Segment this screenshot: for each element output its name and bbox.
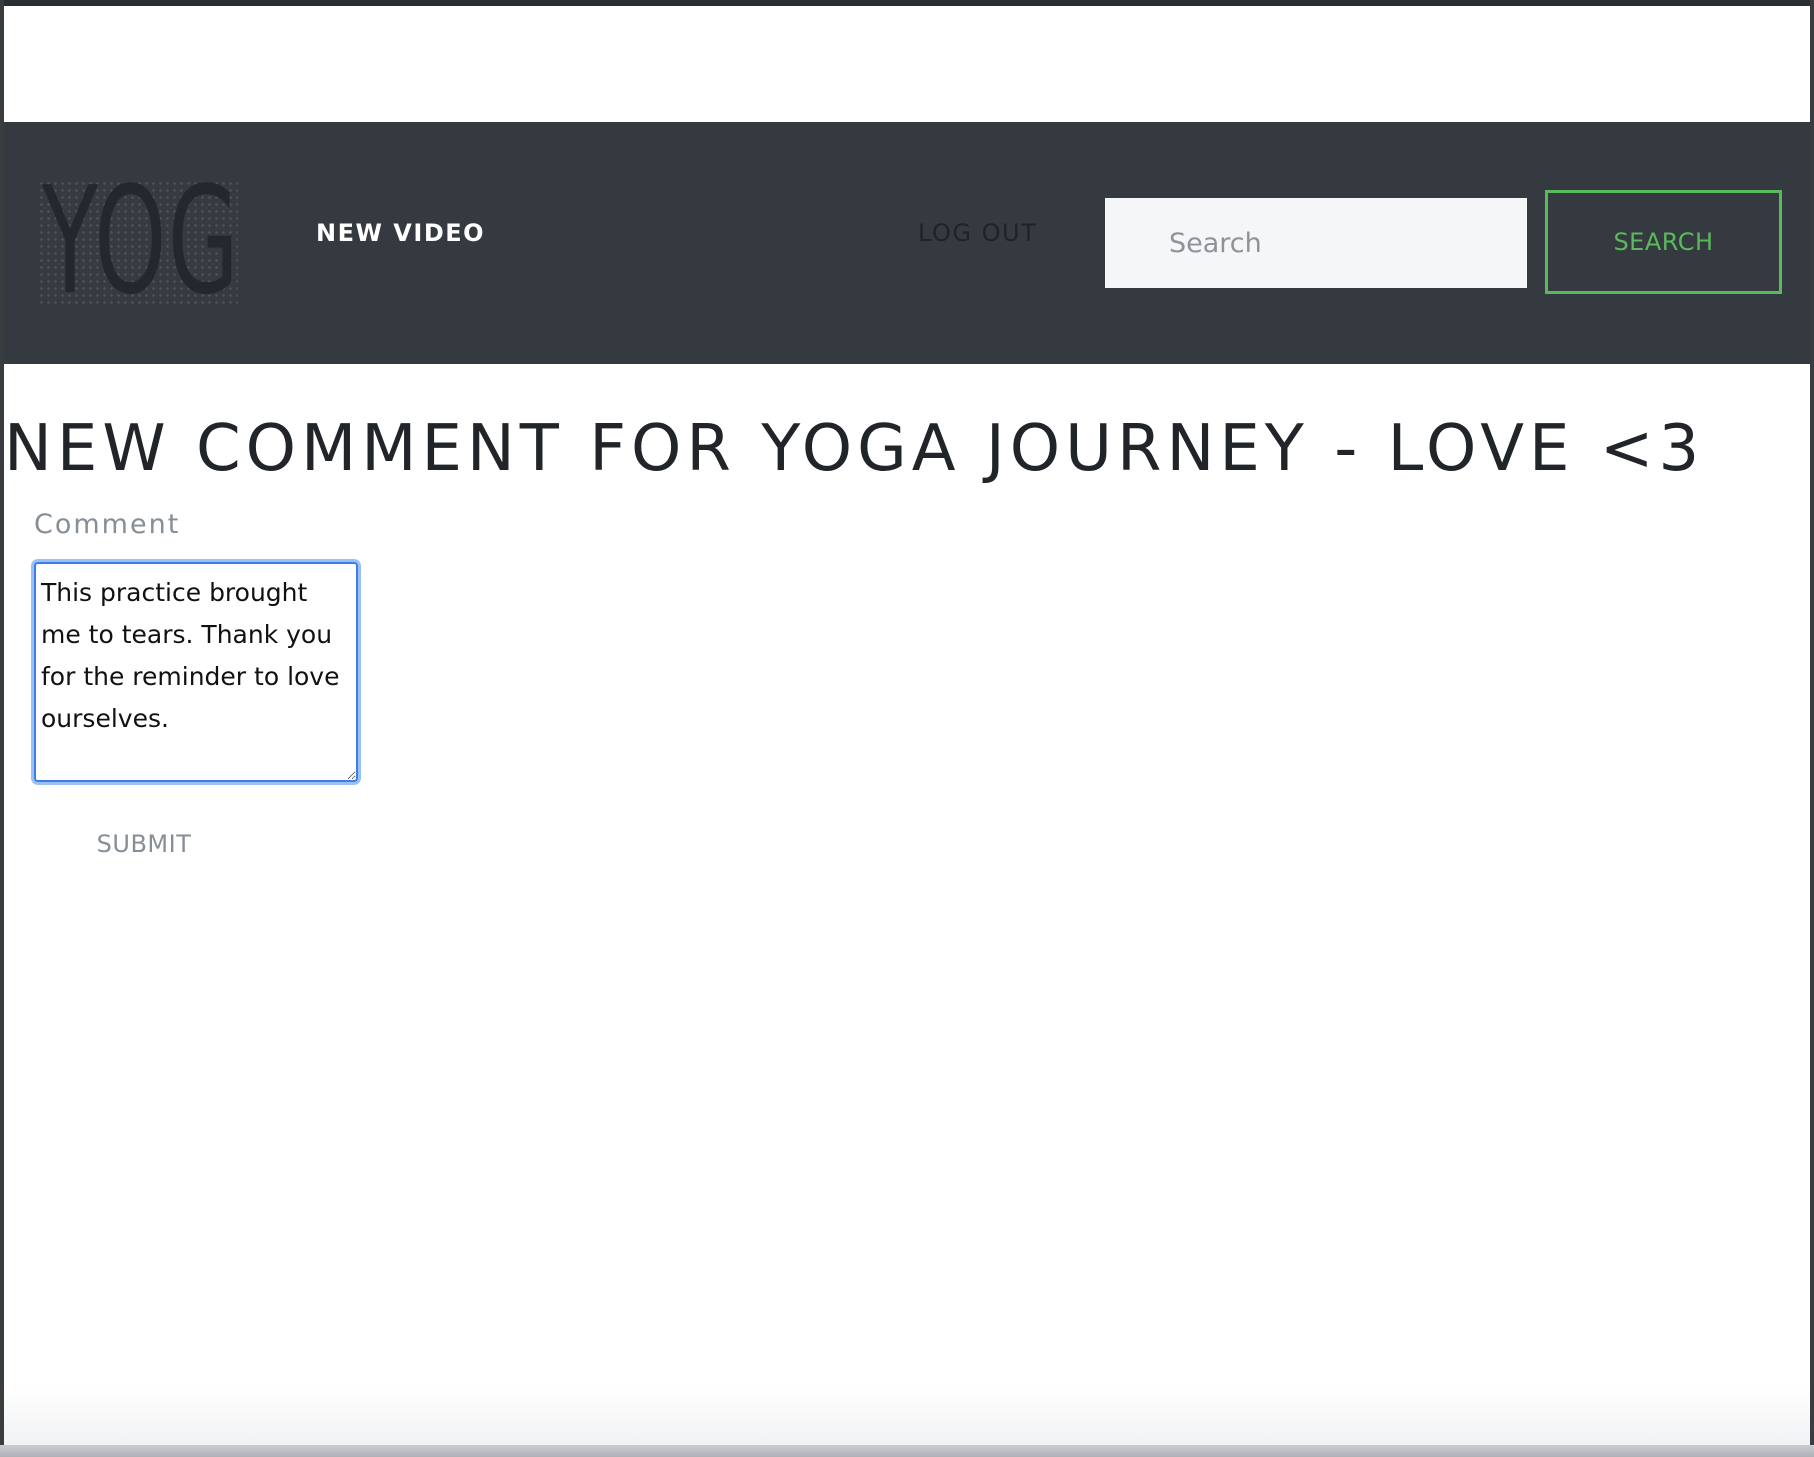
page-title: NEW COMMENT FOR YOGA JOURNEY - LOVE <3: [4, 412, 1705, 486]
navbar: YOG NEW VIDEO LOG OUT SEARCH: [4, 122, 1810, 364]
brand-logo[interactable]: YOG: [38, 180, 238, 306]
comment-label: Comment: [34, 509, 181, 540]
window-top-border: [0, 0, 1814, 6]
search-button[interactable]: SEARCH: [1545, 190, 1782, 294]
search-input[interactable]: [1105, 198, 1527, 288]
comment-textarea[interactable]: [34, 562, 358, 782]
brand-logo-text: YOG: [42, 180, 238, 306]
submit-button[interactable]: SUBMIT: [74, 822, 214, 866]
nav-new-video-link[interactable]: NEW VIDEO: [316, 218, 485, 248]
window-right-border: [1810, 0, 1814, 1457]
browser-viewport: YOG NEW VIDEO LOG OUT SEARCH NEW COMMENT…: [0, 0, 1814, 1457]
window-bottom-fade: [4, 1385, 1810, 1445]
nav-log-out-link[interactable]: LOG OUT: [918, 218, 1037, 248]
window-bottom-border: [0, 1445, 1814, 1457]
